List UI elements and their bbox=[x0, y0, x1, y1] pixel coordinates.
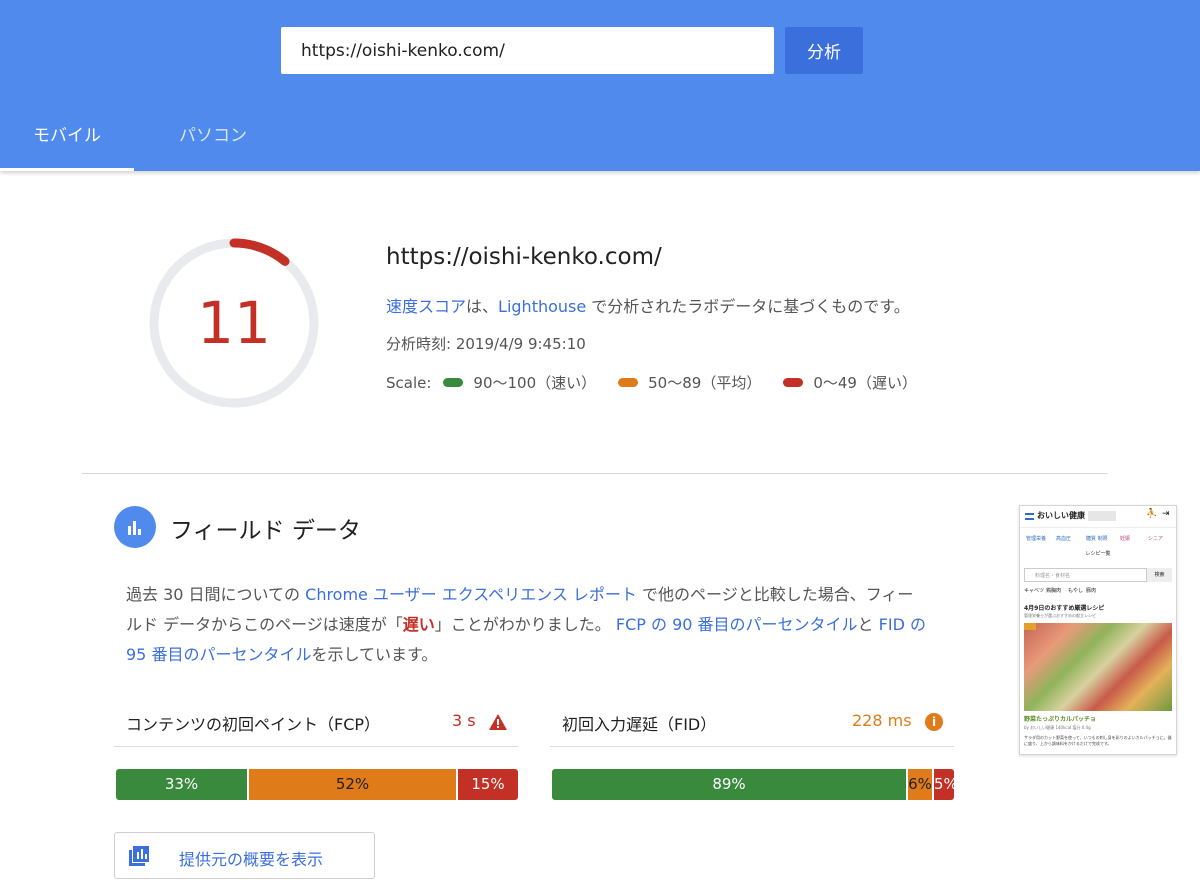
scale-item-label: 90〜100（速い） bbox=[473, 374, 597, 392]
scale-pill-fast bbox=[443, 378, 464, 387]
desc-text: は、 bbox=[466, 297, 499, 316]
preview-search-button: 検索 bbox=[1147, 568, 1172, 582]
preview-logo: おいしい健康 bbox=[1037, 511, 1085, 520]
scale-label: Scale: bbox=[386, 373, 432, 392]
desc-text: で分析されたラボデータに基づくものです。 bbox=[586, 297, 910, 316]
library-icon bbox=[129, 846, 149, 866]
crux-link[interactable]: Chrome ユーザー エクスペリエンス レポート bbox=[305, 585, 637, 604]
preview-recipe-photo bbox=[1024, 623, 1172, 711]
fcp-divider bbox=[114, 746, 518, 747]
preview-categories: キャベツ 鶏胸肉 もやし 豚肉 bbox=[1020, 586, 1176, 596]
score-gauge: 11 bbox=[146, 235, 322, 411]
preview-recipe-meta: by おいしい健康 140kcal 塩分 0.4g bbox=[1024, 725, 1091, 730]
field-data-description: 過去 30 日間についての Chrome ユーザー エクスペリエンス レポート … bbox=[126, 580, 926, 670]
scale-pill-slow bbox=[783, 378, 804, 387]
fcp-distribution-bar: 33% 52% 15% bbox=[116, 769, 518, 800]
preview-search-input: 料理名・食材名 bbox=[1024, 568, 1147, 582]
fcp-value: 3 s bbox=[452, 711, 476, 730]
show-origin-summary-label: 提供元の概要を表示 bbox=[179, 850, 324, 869]
tab-desktop[interactable]: パソコン bbox=[146, 111, 280, 171]
preview-recipe-list-link: レシピ一覧 bbox=[1085, 551, 1111, 557]
analyzed-url: https://oishi-kenko.com/ bbox=[386, 244, 662, 270]
user-icon: ⛹ bbox=[1146, 509, 1158, 519]
fcp-label: コンテンツの初回ペイント（FCP） bbox=[126, 715, 381, 734]
preview-header: おいしい健康 ⛹ ⇥ bbox=[1020, 506, 1176, 528]
warning-icon bbox=[489, 714, 507, 730]
preview-recipe-title: 野菜たっぷりカルパッチョ bbox=[1024, 716, 1097, 723]
bar-chart-icon bbox=[114, 506, 156, 548]
preview-category: 鶏胸肉 bbox=[1046, 588, 1062, 594]
scale-item-label: 50〜89（平均） bbox=[648, 374, 762, 392]
preview-nav-item: 糖質 制限 bbox=[1086, 536, 1108, 542]
header-bar: 分析 モバイル パソコン bbox=[0, 0, 1200, 171]
active-tab-indicator bbox=[0, 168, 134, 171]
preview-category: 豚肉 bbox=[1086, 588, 1097, 594]
fcp-percentile-link[interactable]: FCP の 90 番目のパーセンタイル bbox=[616, 615, 858, 634]
fcp-segment-slow: 15% bbox=[458, 769, 518, 800]
fid-segment-slow: 5% bbox=[934, 769, 958, 800]
desc-text: 」ことがわかりました。 bbox=[434, 615, 616, 634]
score-scale: Scale: 90〜100（速い） 50〜89（平均） 0〜49（遅い） bbox=[386, 372, 917, 393]
scale-item-slow: 0〜49（遅い） bbox=[783, 372, 917, 393]
tab-mobile[interactable]: モバイル bbox=[0, 111, 134, 171]
fid-label: 初回入力遅延（FID） bbox=[562, 715, 717, 734]
section-divider bbox=[82, 473, 1108, 474]
analysis-time: 分析時刻: 2019/4/9 9:45:10 bbox=[386, 335, 586, 353]
preview-badge bbox=[1088, 511, 1116, 521]
lighthouse-link[interactable]: Lighthouse bbox=[498, 297, 586, 316]
preview-category: もやし bbox=[1068, 588, 1084, 594]
desc-text: 過去 30 日間についての bbox=[126, 585, 306, 604]
field-data-title: フィールド データ bbox=[170, 518, 361, 544]
speed-score-link[interactable]: 速度スコア bbox=[386, 297, 466, 316]
fid-segment-avg: 6% bbox=[908, 769, 932, 800]
score-description: 速度スコアは、Lighthouse で分析されたラボデータに基づくものです。 bbox=[386, 293, 910, 317]
desc-text: と bbox=[857, 615, 879, 634]
slow-verdict: 遅い bbox=[402, 615, 435, 634]
scale-item-fast: 90〜100（速い） bbox=[443, 372, 596, 393]
analyze-button[interactable]: 分析 bbox=[785, 27, 863, 74]
preview-search-placeholder: 料理名・食材名 bbox=[1035, 573, 1071, 579]
scale-pill-average bbox=[618, 378, 639, 387]
login-icon: ⇥ bbox=[1162, 509, 1170, 519]
fid-distribution-bar: 89% 6% 5% bbox=[552, 769, 958, 800]
preview-heading: 4月9日のおすすめ厳選レシピ bbox=[1024, 605, 1105, 612]
url-input[interactable] bbox=[281, 27, 774, 74]
info-icon: i bbox=[925, 713, 943, 731]
page-screenshot-thumbnail: おいしい健康 ⛹ ⇥ 管理栄養 高血圧 糖質 制限 妊娠 シニア レシピ一覧 料… bbox=[1019, 505, 1177, 755]
preview-nav-item: 高血圧 bbox=[1056, 536, 1072, 542]
desc-text: を示しています。 bbox=[311, 645, 438, 664]
fid-value: 228 ms bbox=[852, 711, 912, 730]
preview-nav-item: 妊娠 bbox=[1120, 536, 1131, 542]
fid-divider bbox=[550, 746, 954, 747]
preview-nav: 管理栄養 高血圧 糖質 制限 妊娠 シニア bbox=[1020, 528, 1176, 550]
logo-icon bbox=[1025, 513, 1034, 520]
fid-segment-fast: 89% bbox=[552, 769, 906, 800]
preview-category: キャベツ bbox=[1024, 588, 1045, 594]
tab-mobile-label: モバイル bbox=[33, 126, 101, 146]
scale-item-average: 50〜89（平均） bbox=[618, 372, 761, 393]
fcp-segment-fast: 33% bbox=[116, 769, 247, 800]
score-value: 11 bbox=[197, 289, 271, 357]
preview-recipe-text: サラダ用のカット野菜を使って、いつもの刺し身を彩りのよいカルパッチョに。器に盛り… bbox=[1024, 735, 1172, 746]
preview-nav-item: 管理栄養 bbox=[1026, 536, 1047, 542]
scale-item-label: 0〜49（遅い） bbox=[813, 374, 917, 392]
preview-nav-item: シニア bbox=[1148, 536, 1164, 542]
preview-photo-badge bbox=[1024, 623, 1036, 630]
preview-subheading: 管理栄養士が選ぶおすすめの献立レシピ bbox=[1024, 613, 1096, 618]
show-origin-summary-button[interactable]: 提供元の概要を表示 bbox=[114, 832, 375, 879]
fcp-segment-avg: 52% bbox=[249, 769, 456, 800]
tab-desktop-label: パソコン bbox=[179, 126, 247, 146]
